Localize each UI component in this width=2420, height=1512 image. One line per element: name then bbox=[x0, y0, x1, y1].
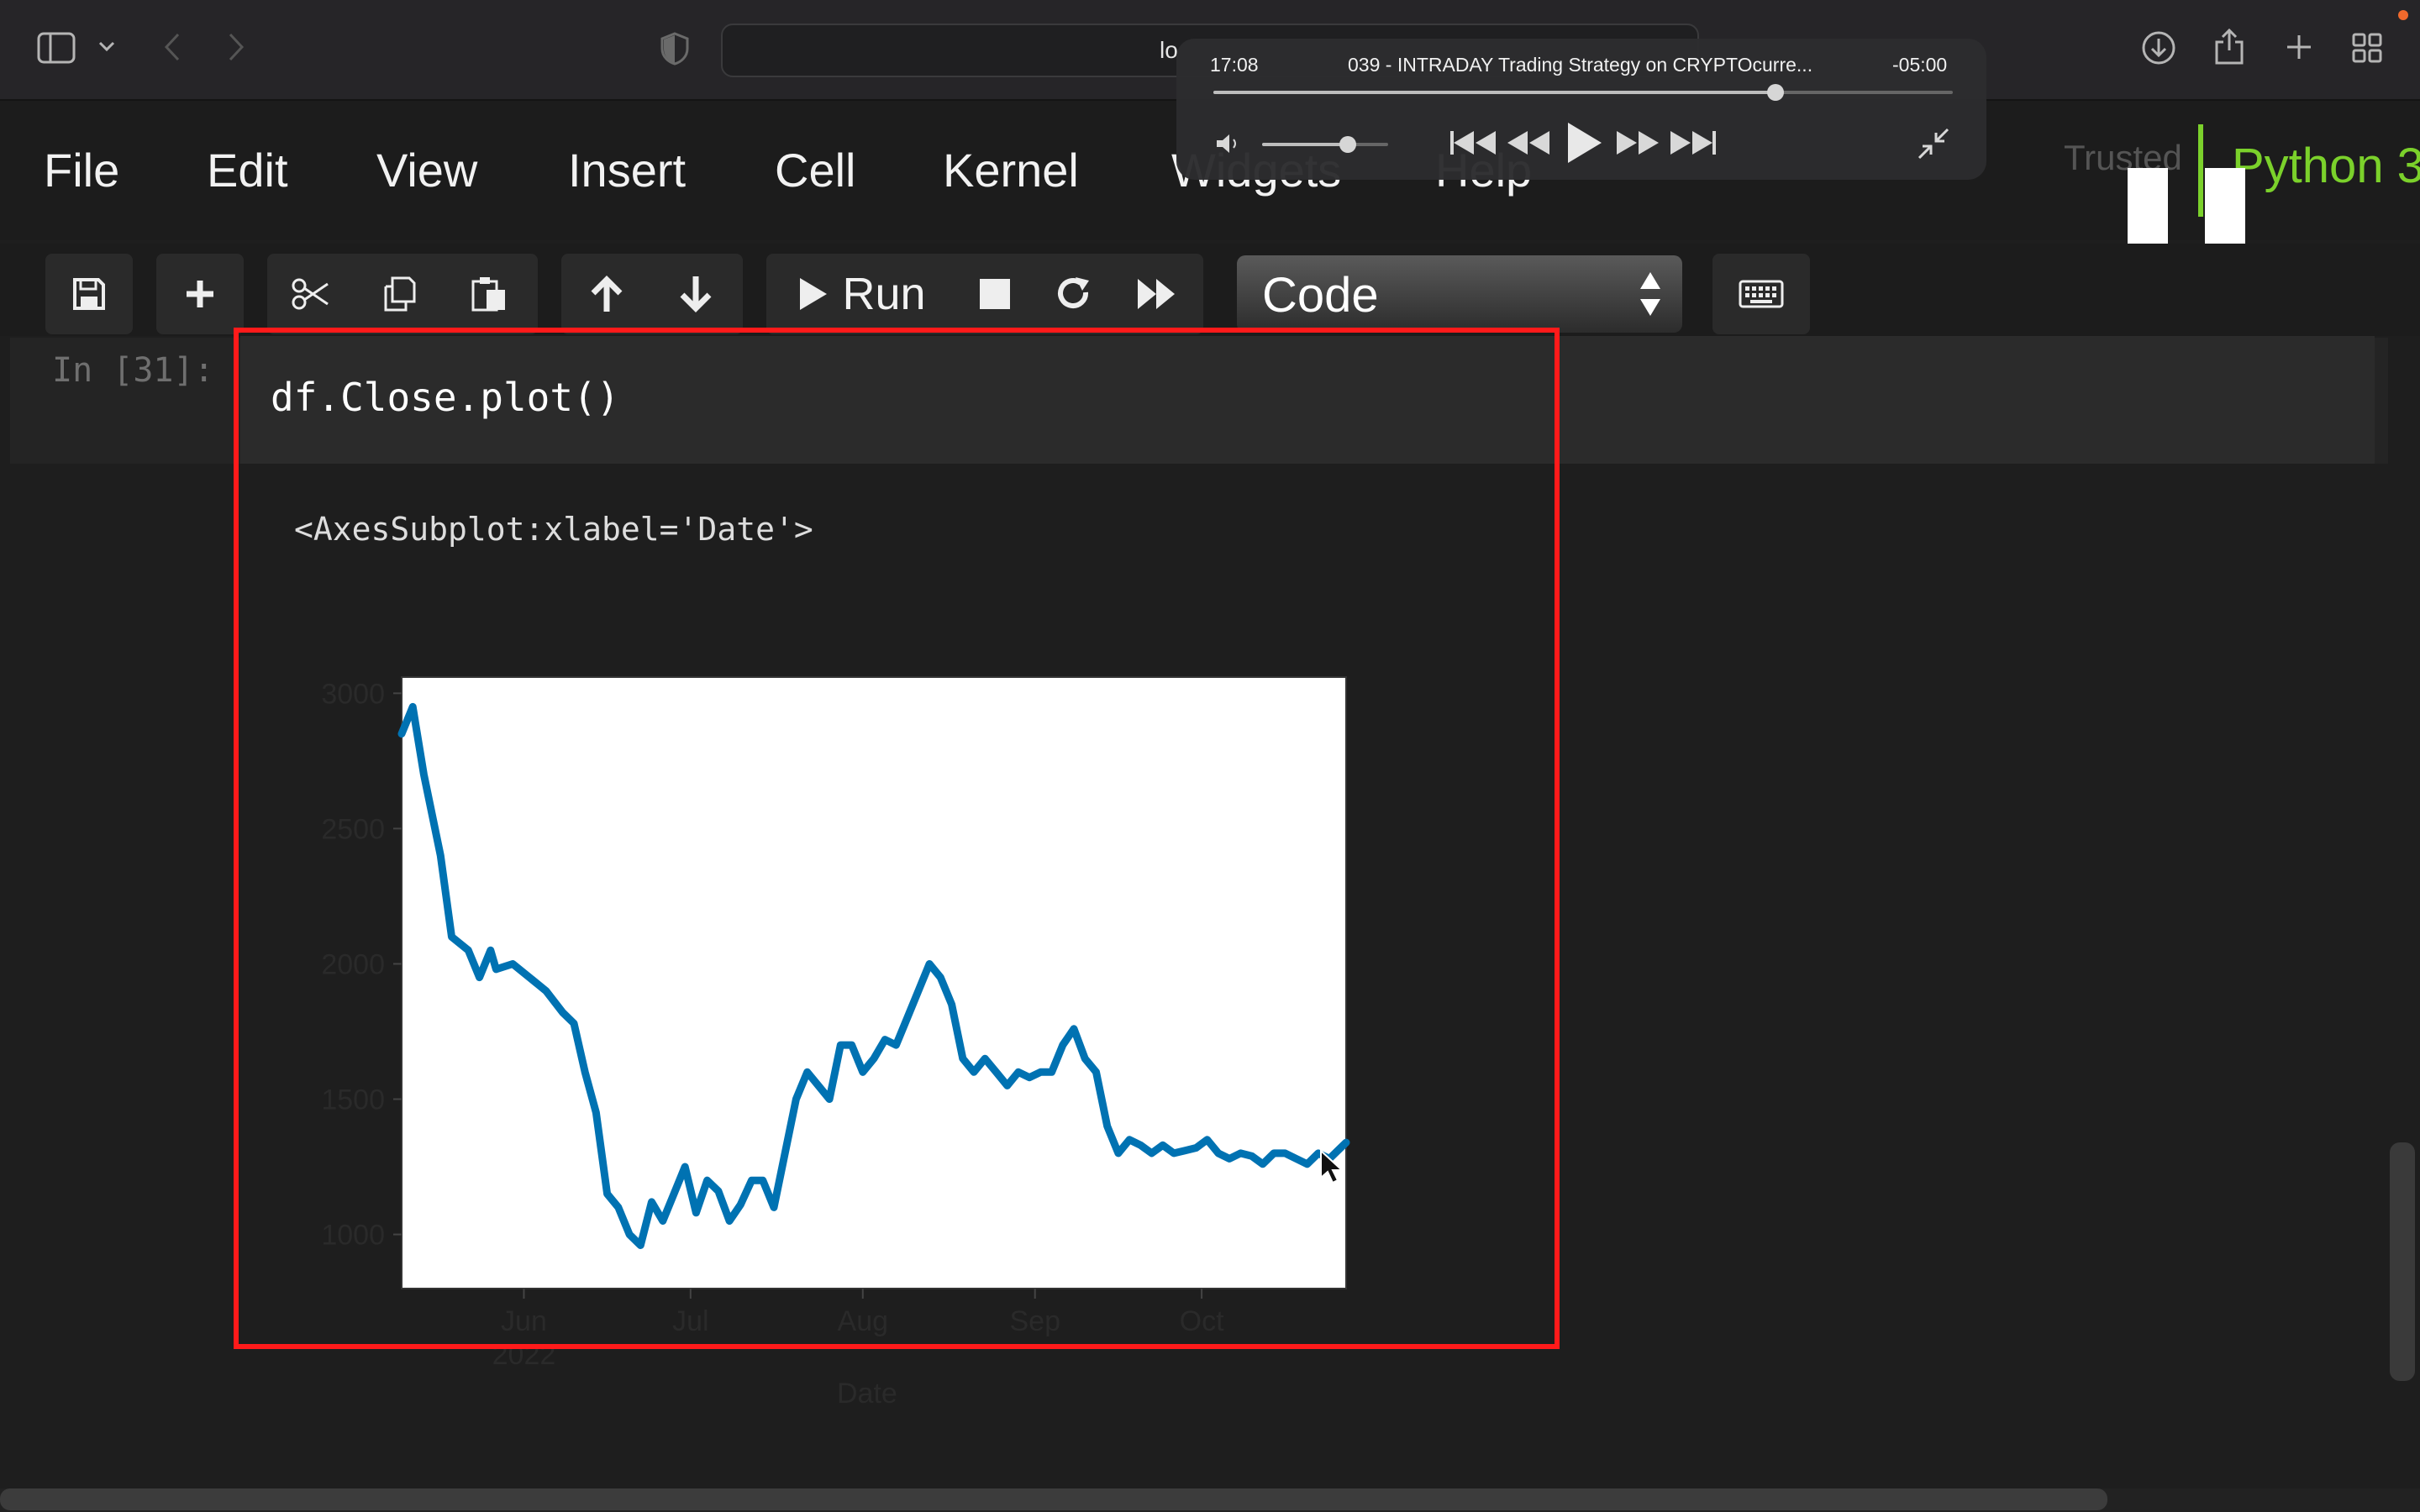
video-elapsed: 17:08 bbox=[1210, 54, 1259, 76]
video-player[interactable]: 17:08 039 - INTRADAY Trading Strategy on… bbox=[1176, 39, 1986, 180]
skip-back-icon[interactable] bbox=[1449, 129, 1497, 160]
insert-group bbox=[156, 254, 244, 334]
video-progress-knob[interactable] bbox=[1766, 84, 1784, 101]
chevron-down-icon[interactable] bbox=[97, 40, 116, 58]
video-progress-fill bbox=[1213, 91, 1776, 94]
video-progress-track[interactable] bbox=[1213, 84, 1953, 101]
volume-slider[interactable] bbox=[1262, 136, 1388, 153]
run-label: Run bbox=[842, 269, 926, 319]
skip-forward-icon[interactable] bbox=[1669, 129, 1718, 160]
notification-dot bbox=[2398, 10, 2408, 20]
cell-prompt: In [31]: bbox=[52, 351, 214, 390]
kernel-name[interactable]: Python 3 bbox=[2232, 138, 2420, 194]
share-icon[interactable] bbox=[2213, 27, 2245, 70]
menu-view[interactable]: View bbox=[376, 143, 477, 197]
stop-icon[interactable] bbox=[973, 270, 1017, 318]
move-group bbox=[561, 254, 743, 334]
cut-icon[interactable] bbox=[287, 270, 334, 318]
menu-kernel[interactable]: Kernel bbox=[943, 143, 1079, 197]
mouse-cursor-icon bbox=[1319, 1148, 1344, 1189]
menu-file[interactable]: File bbox=[44, 143, 119, 197]
address-text: lo bbox=[1160, 37, 1178, 63]
run-group: Run bbox=[766, 254, 1203, 334]
menu-insert[interactable]: Insert bbox=[568, 143, 686, 197]
vertical-scrollbar[interactable] bbox=[2390, 1142, 2415, 1381]
select-arrows-icon bbox=[1639, 270, 1662, 322]
download-icon[interactable] bbox=[2141, 30, 2176, 70]
volume-icon[interactable] bbox=[1215, 133, 1242, 159]
sidebar-icon[interactable] bbox=[37, 32, 76, 68]
add-cell-button[interactable] bbox=[178, 270, 222, 318]
restart-icon[interactable] bbox=[1052, 270, 1096, 318]
rewind-icon[interactable] bbox=[1506, 129, 1551, 160]
play-icon[interactable] bbox=[1566, 121, 1603, 169]
video-title: 039 - INTRADAY Trading Strategy on CRYPT… bbox=[1348, 54, 1813, 76]
move-up-icon[interactable] bbox=[585, 270, 629, 318]
notebook-toolbar: Run Code bbox=[0, 244, 2420, 336]
keyboard-group bbox=[1712, 254, 1810, 334]
menu-edit[interactable]: Edit bbox=[207, 143, 288, 197]
x-axis-label: Date bbox=[837, 1378, 897, 1410]
back-icon[interactable] bbox=[163, 32, 182, 66]
tab-overview-icon[interactable] bbox=[2351, 32, 2383, 68]
save-group bbox=[45, 254, 133, 334]
exit-pip-icon[interactable] bbox=[1916, 126, 1951, 165]
new-tab-icon[interactable] bbox=[2284, 32, 2314, 66]
menu-cell[interactable]: Cell bbox=[775, 143, 855, 197]
horizontal-scrollbar[interactable] bbox=[0, 1488, 2107, 1510]
fast-forward-icon[interactable] bbox=[1131, 270, 1181, 318]
clipboard-group bbox=[267, 254, 538, 334]
video-remaining: -05:00 bbox=[1892, 54, 1948, 76]
fast-forward-video-icon[interactable] bbox=[1615, 129, 1660, 160]
shield-icon[interactable] bbox=[660, 32, 689, 70]
forward-icon[interactable] bbox=[227, 32, 245, 66]
keyboard-icon[interactable] bbox=[1736, 270, 1786, 318]
run-button[interactable]: Run bbox=[786, 269, 938, 319]
red-highlight-annotation bbox=[234, 328, 1560, 1349]
save-icon[interactable] bbox=[67, 270, 111, 318]
cell-type-value: Code bbox=[1262, 268, 1379, 323]
paste-icon[interactable] bbox=[466, 270, 513, 318]
move-down-icon[interactable] bbox=[674, 270, 718, 318]
cell-type-select[interactable]: Code bbox=[1237, 255, 1682, 333]
copy-icon[interactable] bbox=[376, 270, 424, 318]
